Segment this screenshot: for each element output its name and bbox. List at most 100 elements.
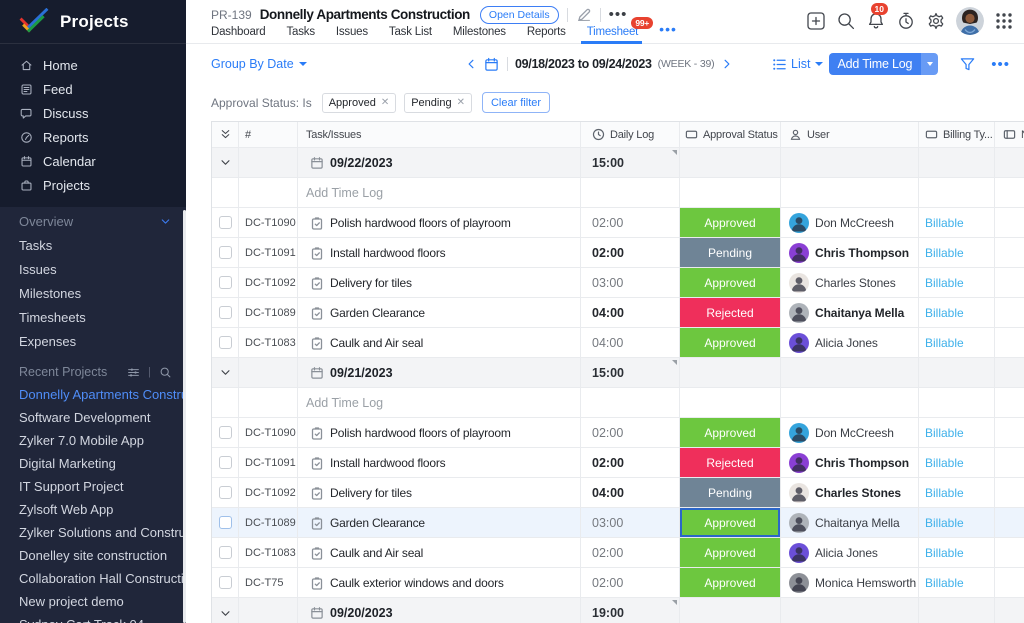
recent-project-item[interactable]: Donnelly Apartments Construction [0, 383, 186, 406]
row-checkbox[interactable] [218, 306, 232, 319]
daily-log-value[interactable]: 04:00 [592, 336, 623, 350]
column-header-billing-type[interactable]: Billing Ty... [919, 122, 995, 147]
daily-log-value[interactable]: 02:00 [592, 426, 623, 440]
daily-log-value[interactable]: 02:00 [592, 246, 624, 260]
recent-project-item[interactable]: Zylker Solutions and Construction [0, 521, 186, 544]
column-header-notes[interactable]: No [995, 122, 1024, 147]
search-button[interactable] [836, 7, 856, 35]
tab-tasks[interactable]: Tasks [286, 26, 315, 44]
sidebar-item-home[interactable]: Home [0, 53, 186, 77]
tab-milestones[interactable]: Milestones [453, 26, 506, 44]
billing-type-link[interactable]: Billable [925, 276, 964, 290]
task-title[interactable]: Install hardwood floors [330, 246, 446, 260]
view-switcher[interactable]: List [772, 57, 823, 72]
row-checkbox[interactable] [218, 546, 232, 559]
recent-project-item[interactable]: Donelley site construction [0, 544, 186, 567]
sidebar-scrollbar[interactable] [183, 210, 186, 623]
row-checkbox[interactable] [218, 336, 232, 349]
column-header-daily-log[interactable]: Daily Log [581, 122, 680, 147]
sidebar-item-calendar[interactable]: Calendar [0, 149, 186, 173]
billing-type-link[interactable]: Billable [925, 486, 964, 500]
daily-log-value[interactable]: 03:00 [592, 276, 623, 290]
task-title[interactable]: Polish hardwood floors of playroom [330, 426, 511, 440]
recent-project-item[interactable]: Zylker 7.0 Mobile App [0, 429, 186, 452]
billing-type-link[interactable]: Billable [925, 576, 964, 590]
tab-reports[interactable]: Reports [527, 26, 566, 44]
recent-project-item[interactable]: New project demo [0, 590, 186, 613]
prev-week-button[interactable] [464, 57, 478, 71]
profile-avatar[interactable] [956, 7, 984, 35]
filter-chip-pending[interactable]: Pending ✕ [404, 92, 472, 113]
add-new-button[interactable] [806, 7, 826, 35]
notifications-button[interactable]: 10 [866, 3, 888, 35]
sidebar-item-projects[interactable]: Projects [0, 173, 186, 197]
tab-dashboard[interactable]: Dashboard [211, 26, 266, 44]
apps-grid-button[interactable] [994, 7, 1014, 35]
billing-type-link[interactable]: Billable [925, 246, 964, 260]
sidebar-item-discuss[interactable]: Discuss [0, 101, 186, 125]
billing-type-link[interactable]: Billable [925, 426, 964, 440]
column-header-task[interactable]: Task/Issues [298, 122, 581, 147]
daily-log-value[interactable]: 04:00 [592, 486, 624, 500]
task-title[interactable]: Delivery for tiles [330, 486, 412, 500]
recent-project-item[interactable]: IT Support Project [0, 475, 186, 498]
daily-log-value[interactable]: 04:00 [592, 306, 624, 320]
timer-button[interactable] [896, 7, 916, 35]
row-checkbox[interactable] [218, 456, 232, 469]
sidebar-item-timesheets[interactable]: Timesheets [0, 305, 186, 329]
sidebar-item-tasks[interactable]: Tasks [0, 233, 186, 257]
task-title[interactable]: Garden Clearance [330, 516, 425, 530]
billing-type-link[interactable]: Billable [925, 456, 964, 470]
add-time-log-row[interactable]: Add Time Log [212, 388, 1024, 418]
task-title[interactable]: Garden Clearance [330, 306, 425, 320]
remove-chip-icon[interactable]: ✕ [457, 97, 465, 108]
sidebar-item-milestones[interactable]: Milestones [0, 281, 186, 305]
sidebar-item-expenses[interactable]: Expenses [0, 329, 186, 353]
group-by-dropdown[interactable]: Group By Date [211, 57, 307, 71]
billing-type-link[interactable]: Billable [925, 546, 964, 560]
filter-button[interactable] [959, 56, 976, 73]
approval-status-pill[interactable]: Approved [680, 568, 780, 597]
task-title[interactable]: Install hardwood floors [330, 456, 446, 470]
next-week-button[interactable] [720, 57, 734, 71]
billing-type-link[interactable]: Billable [925, 336, 964, 350]
task-title[interactable]: Delivery for tiles [330, 276, 412, 290]
recent-project-item[interactable]: Zylsoft Web App [0, 498, 186, 521]
column-header-user[interactable]: User [781, 122, 919, 147]
open-details-button[interactable]: Open Details [479, 5, 559, 24]
sidebar-item-reports[interactable]: Reports [0, 125, 186, 149]
recent-project-item[interactable]: Collaboration Hall Construction [0, 567, 186, 590]
collapse-all-button[interactable] [212, 122, 239, 147]
approval-status-pill[interactable]: Pending [680, 238, 780, 267]
daily-log-value[interactable]: 02:00 [592, 456, 624, 470]
row-checkbox[interactable] [218, 276, 232, 289]
approval-status-pill[interactable]: Approved [680, 208, 780, 237]
row-checkbox[interactable] [218, 216, 232, 229]
approval-status-pill[interactable]: Approved [680, 538, 780, 567]
sidebar-item-feed[interactable]: Feed [0, 77, 186, 101]
billing-type-link[interactable]: Billable [925, 306, 964, 320]
row-checkbox[interactable] [218, 516, 232, 529]
approval-status-pill[interactable]: Approved [680, 418, 780, 447]
add-time-log-dropdown[interactable] [921, 53, 939, 75]
column-header-id[interactable]: # [239, 122, 298, 147]
row-checkbox[interactable] [218, 576, 232, 589]
billing-type-link[interactable]: Billable [925, 516, 964, 530]
approval-status-pill[interactable]: Approved [680, 268, 780, 297]
daily-log-value[interactable]: 02:00 [592, 216, 623, 230]
filter-chip-approved[interactable]: Approved ✕ [321, 92, 397, 113]
task-title[interactable]: Caulk and Air seal [330, 336, 423, 350]
approval-status-pill[interactable]: Approved [680, 328, 780, 357]
daily-log-value[interactable]: 02:00 [592, 546, 623, 560]
task-title[interactable]: Caulk and Air seal [330, 546, 423, 560]
app-logo[interactable]: Projects [0, 0, 186, 44]
add-time-log-row[interactable]: Add Time Log [212, 178, 1024, 208]
more-tabs-icon[interactable]: ••• [659, 22, 677, 44]
approval-status-pill[interactable]: Pending [680, 478, 780, 507]
settings-button[interactable] [926, 7, 946, 35]
task-title[interactable]: Polish hardwood floors of playroom [330, 216, 511, 230]
row-checkbox[interactable] [218, 426, 232, 439]
add-time-log-button[interactable]: Add Time Log [828, 53, 939, 75]
task-title[interactable]: Caulk exterior windows and doors [330, 576, 504, 590]
recent-project-item[interactable]: Digital Marketing [0, 452, 186, 475]
